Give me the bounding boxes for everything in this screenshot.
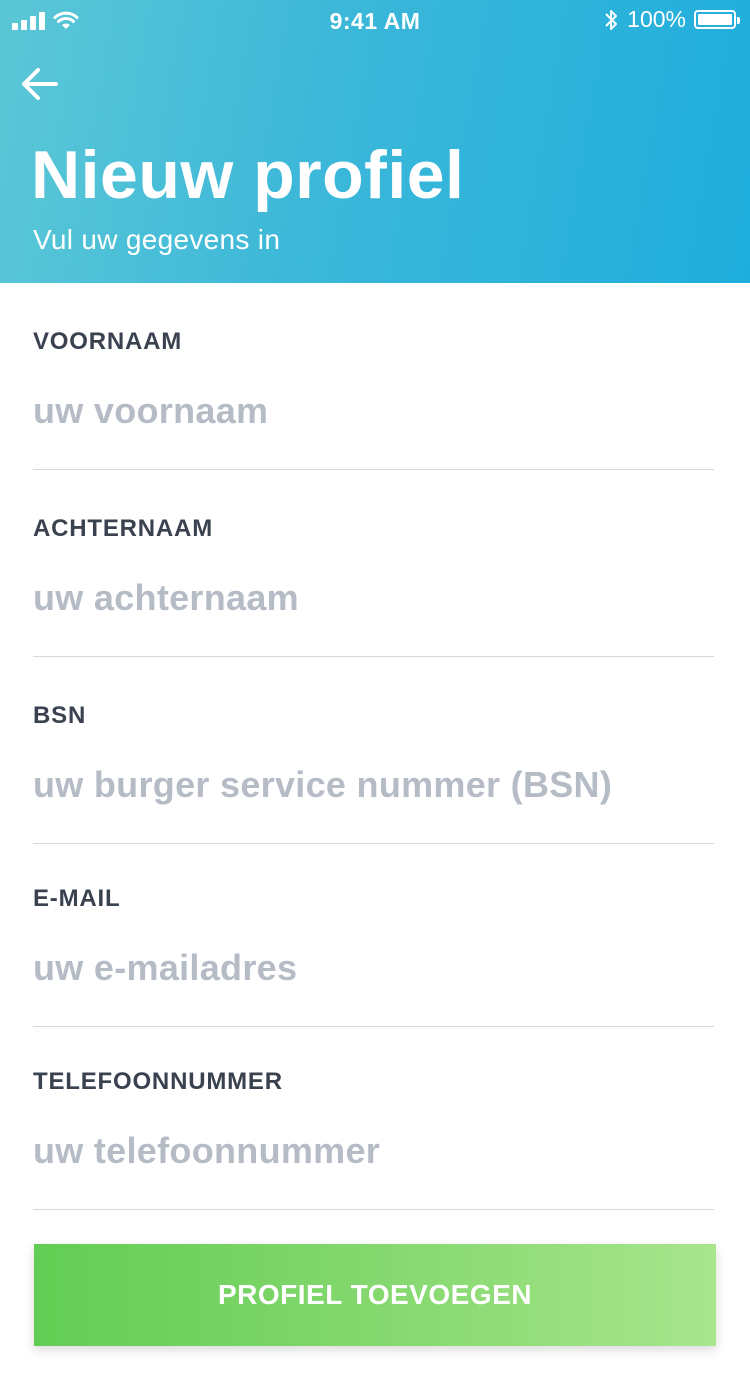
email-input[interactable] [33,940,714,996]
divider [33,656,714,657]
battery-percentage: 100% [627,6,686,32]
divider [33,1209,714,1210]
divider [33,843,714,844]
field-label: TELEFOONNUMMER [33,1068,283,1095]
divider [33,469,714,470]
status-right: 100% [603,6,740,33]
battery-icon [694,10,740,29]
bsn-input[interactable] [33,757,714,813]
voornaam-input[interactable] [33,383,714,439]
field-label: E-MAIL [33,885,121,912]
page-subtitle: Vul uw gegevens in [33,224,281,255]
back-button[interactable] [18,62,62,106]
header: 9:41 AM 100% Nieuw profiel Vul uw gegeve… [0,0,750,283]
divider [33,1026,714,1027]
status-bar: 9:41 AM 100% [0,0,750,44]
field-label: ACHTERNAAM [33,515,213,542]
arrow-left-icon [22,68,58,100]
field-label: BSN [33,702,87,729]
telefoonnummer-input[interactable] [33,1123,714,1179]
achternaam-input[interactable] [33,570,714,626]
page-title: Nieuw profiel [31,137,465,213]
bluetooth-icon [605,9,618,30]
add-profile-button[interactable]: PROFIEL TOEVOEGEN [34,1244,716,1346]
field-label: VOORNAAM [33,328,183,355]
